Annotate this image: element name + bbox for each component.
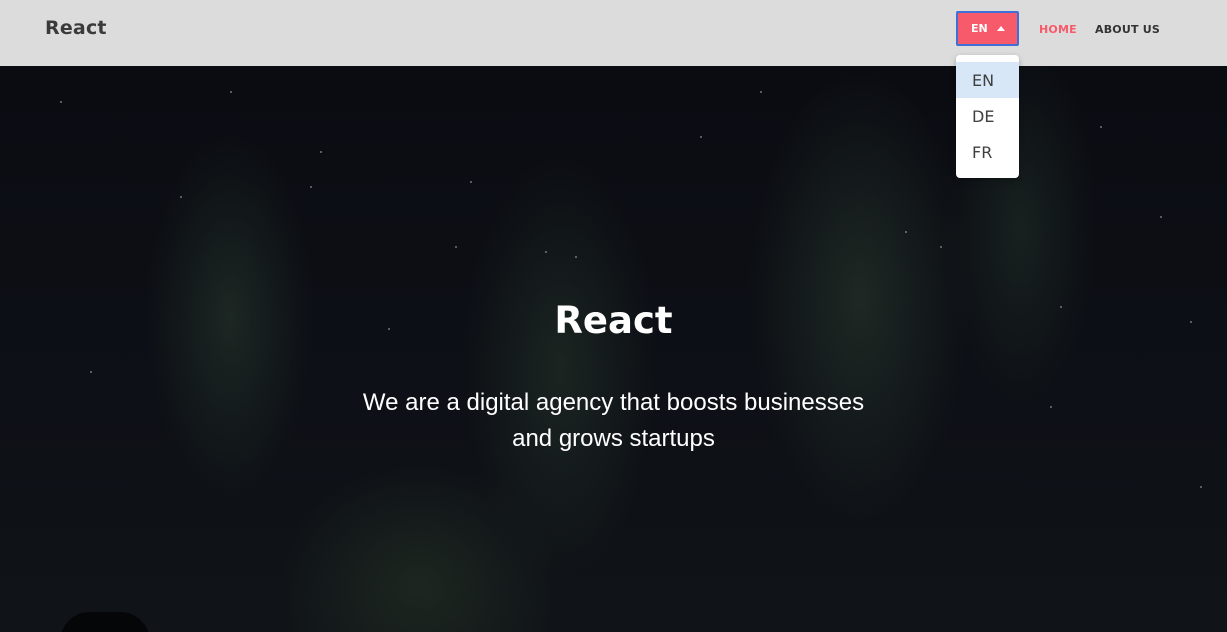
- nav-link-home[interactable]: HOME: [1039, 23, 1077, 36]
- star-decoration: [320, 151, 322, 153]
- hero-title: React: [554, 299, 673, 342]
- nav-link-about-us[interactable]: ABOUT US: [1095, 23, 1160, 36]
- language-toggle-button[interactable]: EN: [956, 11, 1019, 46]
- language-option-de[interactable]: DE: [956, 98, 1019, 134]
- star-decoration: [1100, 126, 1102, 128]
- star-decoration: [455, 246, 457, 248]
- hero-subtitle-line-2: and grows startups: [512, 425, 715, 452]
- hero-section: [0, 66, 1227, 632]
- star-decoration: [90, 371, 92, 373]
- navbar: React EN HOME ABOUT US: [0, 0, 1227, 66]
- language-toggle-label: EN: [971, 22, 988, 35]
- star-decoration: [940, 246, 942, 248]
- star-decoration: [60, 101, 62, 103]
- star-decoration: [1160, 216, 1162, 218]
- star-decoration: [545, 251, 547, 253]
- star-decoration: [575, 256, 577, 258]
- star-decoration: [180, 196, 182, 198]
- star-decoration: [760, 91, 762, 93]
- caret-up-icon: [996, 26, 1005, 31]
- star-decoration: [700, 136, 702, 138]
- language-option-fr[interactable]: FR: [956, 134, 1019, 170]
- mountain-silhouette: [60, 612, 150, 632]
- hero-subtitle: We are a digital agency that boosts busi…: [0, 385, 1227, 457]
- star-decoration: [230, 91, 232, 93]
- brand-logo[interactable]: React: [45, 17, 107, 39]
- language-option-en[interactable]: EN: [956, 62, 1019, 98]
- star-decoration: [310, 186, 312, 188]
- star-decoration: [905, 231, 907, 233]
- hero-subtitle-line-1: We are a digital agency that boosts busi…: [362, 389, 865, 416]
- star-decoration: [470, 181, 472, 183]
- star-decoration: [1200, 486, 1202, 488]
- language-dropdown-menu: EN DE FR: [956, 55, 1019, 178]
